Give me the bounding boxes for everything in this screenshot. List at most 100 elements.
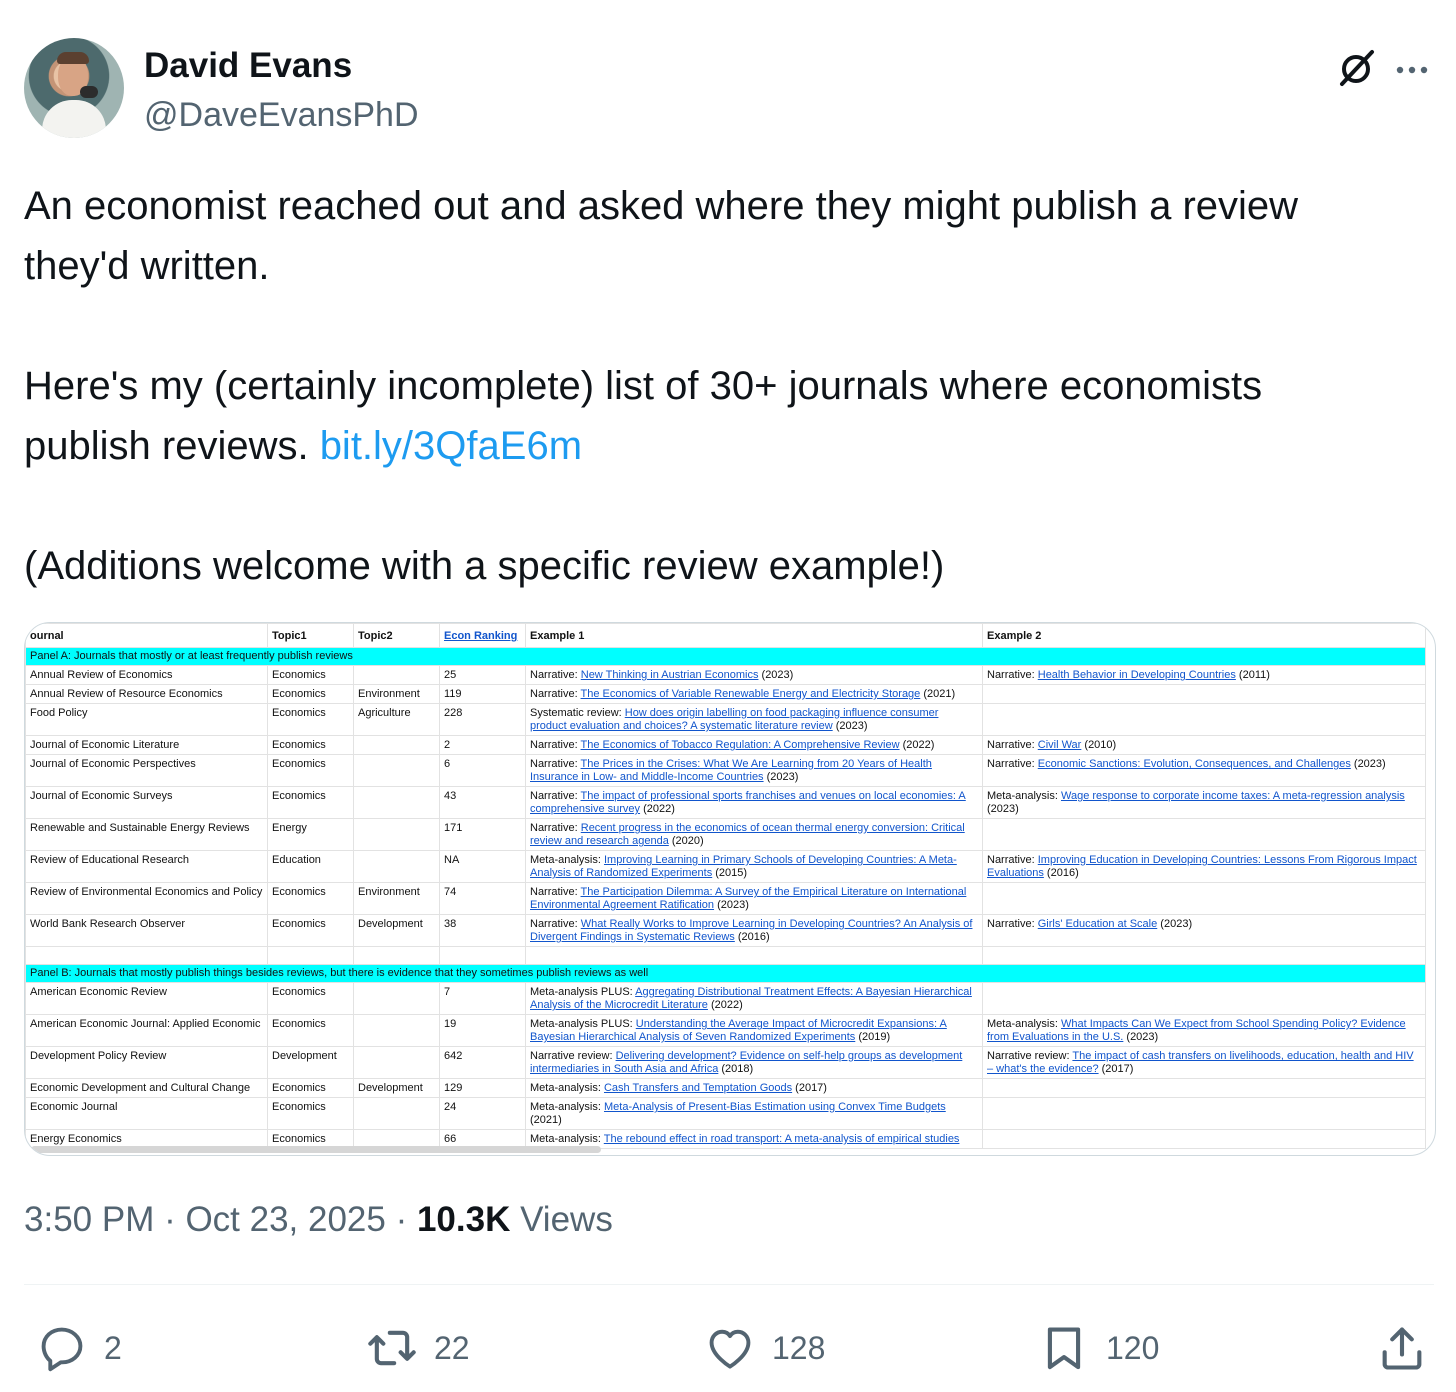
cell-journal: Journal of Economic Literature bbox=[25, 735, 268, 755]
table-row: Review of Environmental Economics and Po… bbox=[25, 882, 1426, 915]
example-year: (2023) bbox=[1350, 758, 1386, 770]
cell-example2 bbox=[982, 982, 1426, 1015]
cell-example1: Narrative: The impact of professional sp… bbox=[525, 786, 983, 819]
tweet-line-text: publish reviews. bbox=[24, 424, 320, 468]
example-type: Narrative: bbox=[530, 739, 581, 751]
example-type: Narrative: bbox=[987, 669, 1038, 681]
tweet-line: Here's my (certainly incomplete) list of… bbox=[24, 364, 1263, 408]
example-type: Narrative: bbox=[530, 688, 581, 700]
timestamp[interactable]: 3:50 PM · Oct 23, 2025 · bbox=[24, 1200, 417, 1239]
example-type: Narrative: bbox=[987, 739, 1038, 751]
example-link[interactable]: Economic Sanctions: Evolution, Consequen… bbox=[1038, 758, 1351, 770]
example-type: Narrative: bbox=[987, 918, 1038, 930]
cell-example2 bbox=[982, 818, 1426, 851]
example-type: Systematic review: bbox=[530, 707, 625, 719]
share-icon bbox=[1382, 1327, 1422, 1370]
example-year: (2015) bbox=[712, 867, 748, 879]
example-link[interactable]: The rebound effect in road transport: A … bbox=[604, 1133, 960, 1145]
example-link[interactable]: The Prices in the Crises: What We Are Le… bbox=[530, 758, 932, 783]
repost-button[interactable]: 22 bbox=[366, 1318, 470, 1378]
cell-example1: Narrative: The Economics of Variable Ren… bbox=[525, 684, 983, 704]
like-count: 128 bbox=[772, 1329, 826, 1366]
like-button[interactable]: 128 bbox=[704, 1318, 825, 1378]
attached-image[interactable]: ournal Topic1 Topic2 Econ Ranking Exampl… bbox=[24, 622, 1436, 1156]
tweet-meta: 3:50 PM · Oct 23, 2025 · 10.3K Views bbox=[24, 1200, 613, 1240]
tweet-header: David Evans @DaveEvansPhD bbox=[24, 38, 1434, 140]
example-link[interactable]: Meta-Analysis of Present-Bias Estimation… bbox=[604, 1101, 946, 1113]
tweet-line: An economist reached out and asked where… bbox=[24, 184, 1299, 228]
example-link[interactable]: Wage response to corporate income taxes:… bbox=[1061, 790, 1405, 802]
example-link[interactable]: The Economics of Variable Renewable Ener… bbox=[581, 688, 921, 700]
col-header-topic1: Topic1 bbox=[267, 623, 354, 648]
views-label: Views bbox=[510, 1200, 613, 1239]
cell-example1: Meta-analysis PLUS: Aggregating Distribu… bbox=[525, 982, 983, 1015]
table-row: Economic Journal Economics 24 Meta-analysis… bbox=[25, 1097, 1426, 1130]
example-type: Narrative: bbox=[987, 758, 1038, 770]
example-link[interactable]: Civil War bbox=[1038, 739, 1082, 751]
cell-topic2: Environment bbox=[353, 684, 440, 704]
share-button[interactable] bbox=[1376, 1318, 1428, 1378]
cell-topic1: Economics bbox=[267, 882, 354, 915]
cell-example1: Meta-analysis: Improving Learning in Pri… bbox=[525, 850, 983, 883]
panel-b-label: Panel B: Journals that mostly publish th… bbox=[25, 964, 1426, 983]
author-name[interactable]: David Evans bbox=[144, 46, 352, 86]
cell-topic2: Development bbox=[353, 914, 440, 947]
table-row: Review of Educational Research Education N… bbox=[25, 850, 1426, 883]
cell-econ-ranking: 38 bbox=[439, 914, 526, 947]
example-link[interactable]: New Thinking in Austrian Economics bbox=[581, 669, 759, 681]
example-link[interactable]: The Economics of Tobacco Regulation: A C… bbox=[581, 739, 900, 751]
cell-example2: Meta-analysis: Wage response to corporat… bbox=[982, 786, 1426, 819]
horizontal-scrollbar[interactable] bbox=[31, 1146, 601, 1153]
cell-example2: Narrative: Improving Education in Develo… bbox=[982, 850, 1426, 883]
tweet-line: publish reviews. bit.ly/3QfaE6m bbox=[24, 416, 1424, 476]
cell-topic2 bbox=[353, 735, 440, 755]
empty-cell bbox=[267, 946, 354, 965]
cell-econ-ranking: 642 bbox=[439, 1046, 526, 1079]
example-link[interactable]: Health Behavior in Developing Countries bbox=[1038, 669, 1236, 681]
example-year: (2021) bbox=[920, 688, 956, 700]
cell-topic1: Economics bbox=[267, 1097, 354, 1130]
example-link[interactable]: Cash Transfers and Temptation Goods bbox=[604, 1082, 792, 1094]
cell-topic2: Development bbox=[353, 1078, 440, 1098]
col-header-example2: Example 2 bbox=[982, 623, 1426, 648]
example-type: Meta-analysis PLUS: bbox=[530, 1018, 636, 1030]
more-icon[interactable] bbox=[1392, 50, 1432, 90]
cell-journal: Food Policy bbox=[25, 703, 268, 736]
example-year: (2019) bbox=[855, 1031, 891, 1043]
cell-topic1: Energy bbox=[267, 818, 354, 851]
reply-button[interactable]: 2 bbox=[36, 1318, 122, 1378]
avatar[interactable] bbox=[24, 38, 124, 138]
example-link[interactable]: Girls' Education at Scale bbox=[1038, 918, 1158, 930]
cell-topic2 bbox=[353, 850, 440, 883]
bookmark-button[interactable]: 120 bbox=[1038, 1318, 1159, 1378]
example-link[interactable]: The impact of professional sports franch… bbox=[530, 790, 966, 815]
empty-cell bbox=[25, 946, 268, 965]
example-year: (2022) bbox=[640, 803, 675, 815]
example-year: (2023) bbox=[714, 899, 749, 911]
cell-econ-ranking: 228 bbox=[439, 703, 526, 736]
example-year: (2023) bbox=[763, 771, 799, 783]
table-row: Economic Development and Cultural Change… bbox=[25, 1078, 1426, 1098]
example-type: Meta-analysis: bbox=[530, 1133, 604, 1145]
example-link[interactable]: Recent progress in the economics of ocea… bbox=[530, 822, 965, 847]
reply-icon bbox=[41, 1327, 83, 1372]
tweet-text: An economist reached out and asked where… bbox=[24, 176, 1424, 596]
cell-topic2 bbox=[353, 1046, 440, 1079]
cell-topic2 bbox=[353, 665, 440, 685]
table-row: Food Policy Economics Agriculture 228 System… bbox=[25, 703, 1426, 736]
grok-icon[interactable] bbox=[1336, 48, 1376, 88]
empty-cell bbox=[525, 946, 983, 965]
author-handle[interactable]: @DaveEvansPhD bbox=[144, 96, 419, 135]
divider bbox=[24, 1284, 1434, 1285]
tweet-link[interactable]: bit.ly/3QfaE6m bbox=[320, 424, 582, 468]
blank-row bbox=[25, 946, 1426, 965]
cell-topic2: Agriculture bbox=[353, 703, 440, 736]
cell-econ-ranking: 129 bbox=[439, 1078, 526, 1098]
cell-example1: Meta-analysis PLUS: Understanding the Av… bbox=[525, 1014, 983, 1047]
example-year: (2023) bbox=[758, 669, 794, 681]
table-row: American Economic Journal: Applied Econo… bbox=[25, 1014, 1426, 1047]
panel-a-row: Panel A: Journals that mostly or at leas… bbox=[25, 647, 1426, 666]
cell-example1: Narrative: The Participation Dilemma: A … bbox=[525, 882, 983, 915]
example-type: Narrative review: bbox=[530, 1050, 616, 1062]
cell-journal: Review of Environmental Economics and Po… bbox=[25, 882, 268, 915]
